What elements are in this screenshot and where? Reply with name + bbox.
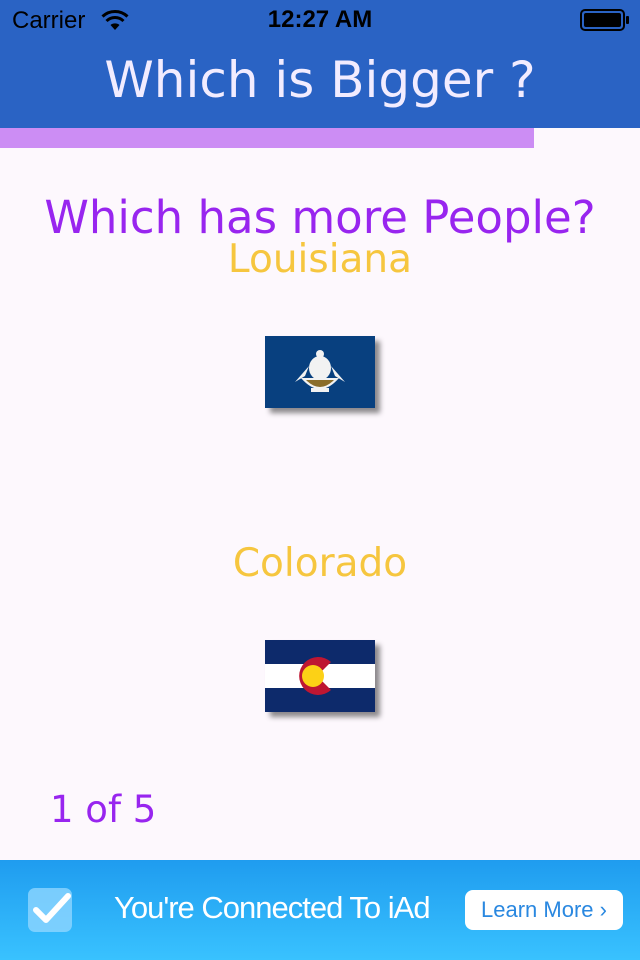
ad-text: You're Connected To iAd (114, 890, 431, 925)
progress-fill (0, 128, 534, 148)
progress-bar (0, 128, 640, 148)
option-2-name[interactable]: Colorado (0, 540, 640, 588)
iad-banner[interactable]: You're Connected To iAd Learn More › (0, 860, 640, 960)
status-bar: Carrier 12:27 AM (0, 0, 640, 40)
app-title: Which is Bigger ? (104, 51, 536, 109)
option-1-name[interactable]: Louisiana (0, 236, 640, 284)
colorado-flag-icon[interactable] (265, 640, 375, 712)
learn-more-button[interactable]: Learn More › (465, 890, 623, 930)
clock: 12:27 AM (267, 6, 373, 33)
checkmark-icon (28, 888, 72, 932)
header-bar: Carrier 12:27 AM Which is Bigger ? (0, 0, 640, 128)
question-counter: 1 of 5 (50, 788, 157, 831)
louisiana-flag-icon[interactable] (265, 336, 375, 408)
battery-icon (580, 9, 629, 31)
